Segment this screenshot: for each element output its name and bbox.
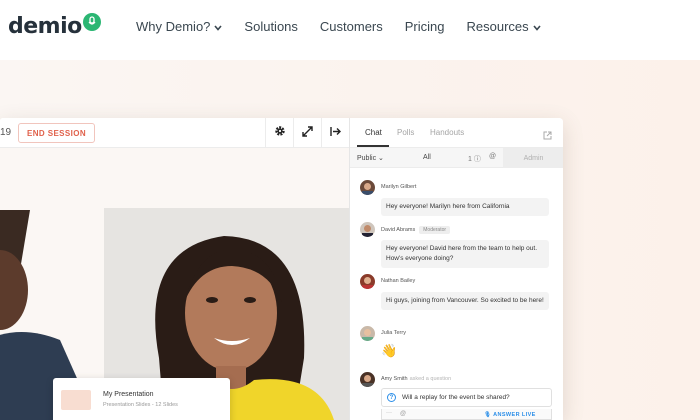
- exit-icon: [329, 124, 342, 142]
- message-author-name: Amy Smith: [381, 376, 408, 382]
- avatar: [360, 222, 375, 237]
- message-author: Amy Smith asked a question: [381, 376, 451, 382]
- presentation-subtitle: Presentation Slides - 12 Slides: [103, 402, 178, 408]
- mic-icon: 🎙: [484, 412, 492, 418]
- question-icon: ⓘ: [473, 156, 481, 163]
- chat-filters: Public ⌄ All 1 ⓘ @ Admin: [350, 148, 563, 168]
- message-text: Hey everyone! Marilyn here from Californ…: [381, 198, 549, 216]
- demio-logo[interactable]: demio: [8, 12, 101, 39]
- filter-all[interactable]: All: [423, 154, 431, 161]
- chevron-down-icon: ⌄: [378, 155, 384, 162]
- admin-filter[interactable]: Admin: [503, 148, 563, 168]
- gear-icon: [274, 124, 286, 142]
- question-count[interactable]: 1 ⓘ: [468, 154, 481, 164]
- nav-item-why-demio[interactable]: Why Demio?: [136, 19, 223, 34]
- logo-text: demio: [8, 14, 82, 39]
- tab-polls[interactable]: Polls: [397, 128, 414, 137]
- avatar: [360, 372, 375, 387]
- message-author: Marilyn Gilbert: [381, 184, 417, 190]
- chat-panel: Chat Polls Handouts Public ⌄ All 1 ⓘ @ A…: [349, 118, 563, 420]
- nav-item-label: Pricing: [404, 19, 445, 34]
- tab-chat[interactable]: Chat: [365, 128, 382, 137]
- nav-item-label: Why Demio?: [136, 19, 211, 34]
- chevron-down-icon: [214, 19, 223, 34]
- nav-item-solutions[interactable]: Solutions: [244, 19, 297, 34]
- question-icon: ?: [387, 393, 396, 402]
- message-author: David Abrams Moderator: [381, 226, 451, 234]
- nav-item-customers[interactable]: Customers: [320, 19, 383, 34]
- session-toolbar: 19 END SESSION: [0, 118, 349, 148]
- nav-item-resources[interactable]: Resources: [467, 19, 541, 34]
- webinar-app-window: 19 END SESSION My Presentation Presentat…: [0, 118, 563, 420]
- avatar: [360, 326, 375, 341]
- nav-item-label: Resources: [466, 19, 529, 34]
- fullscreen-button[interactable]: [293, 118, 321, 148]
- active-tab-indicator: [357, 145, 389, 147]
- message-author-name: David Abrams: [381, 227, 416, 233]
- message-text: Hi guys, joining from Vancouver. So exci…: [381, 292, 549, 310]
- end-session-button[interactable]: END SESSION: [18, 123, 96, 143]
- nav-item-label: Solutions: [244, 19, 298, 34]
- moderator-badge: Moderator: [419, 226, 451, 234]
- question-box: ? Will a replay for the event be shared?: [381, 388, 552, 407]
- presentation-thumbnail: [61, 390, 91, 410]
- more-options-icon[interactable]: ···: [386, 410, 392, 416]
- avatar: [360, 274, 375, 289]
- attendee-counter: 19: [0, 127, 12, 138]
- presentation-card[interactable]: My Presentation Presentation Slides - 12…: [53, 378, 230, 420]
- question-count-value: 1: [468, 156, 472, 163]
- nav-menu: Why Demio? Solutions Customers Pricing R…: [136, 19, 563, 34]
- presentation-title: My Presentation: [103, 391, 154, 398]
- answer-live-label: ANSWER LIVE: [493, 412, 536, 418]
- chevron-down-icon: [533, 19, 541, 34]
- video-stage: My Presentation Presentation Slides - 12…: [0, 148, 349, 420]
- expand-icon: [302, 124, 313, 142]
- answer-live-button[interactable]: 🎙 ANSWER LIVE: [484, 412, 536, 418]
- wave-emoji: 👋: [381, 343, 398, 358]
- question-text: Will a replay for the event be shared?: [402, 394, 510, 401]
- exit-button[interactable]: [321, 118, 349, 148]
- mention-icon[interactable]: @: [489, 153, 496, 160]
- message-text: Hey everyone! David here from the team t…: [381, 240, 549, 268]
- public-dropdown-label: Public: [357, 155, 377, 162]
- top-navigation: demio Why Demio? Solutions Customers Pri…: [0, 0, 700, 60]
- popout-icon[interactable]: [543, 127, 552, 145]
- settings-button[interactable]: [265, 118, 293, 148]
- logo-mic-icon: [82, 12, 101, 31]
- nav-item-pricing[interactable]: Pricing: [405, 19, 445, 34]
- avatar: [360, 180, 375, 195]
- tab-handouts[interactable]: Handouts: [430, 128, 464, 137]
- chat-tabs: Chat Polls Handouts: [350, 118, 563, 148]
- public-dropdown[interactable]: Public ⌄: [357, 154, 384, 162]
- nav-item-label: Customers: [319, 19, 383, 34]
- question-actions: ··· @ 🎙 ANSWER LIVE: [381, 409, 552, 420]
- at-icon[interactable]: @: [400, 411, 406, 417]
- message-author: Nathan Bailey: [381, 278, 416, 284]
- asked-question-note: asked a question: [409, 376, 452, 382]
- message-author: Julia Terry: [381, 330, 406, 336]
